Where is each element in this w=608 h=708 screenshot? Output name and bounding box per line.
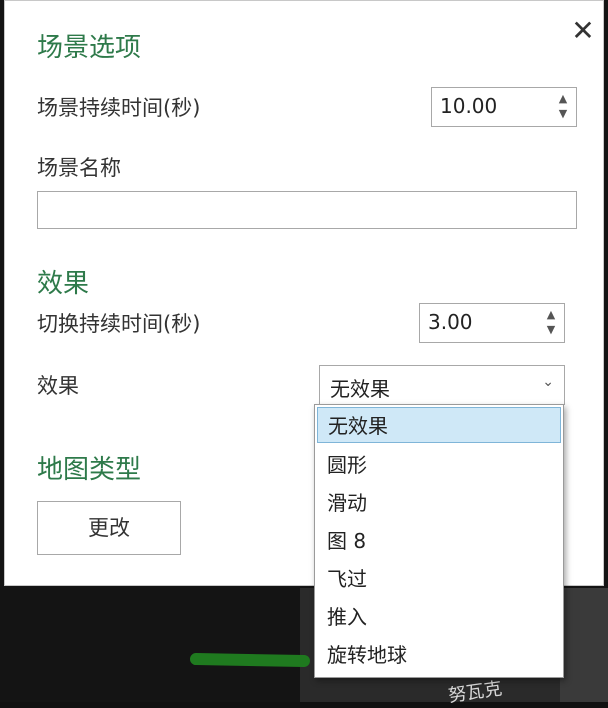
spin-down-icon[interactable]: ▼ (556, 106, 570, 121)
effect-selected-value[interactable]: 无效果 (330, 373, 390, 402)
change-button[interactable]: 更改 (37, 501, 181, 555)
spin-up-icon[interactable]: ▲ (544, 307, 558, 322)
map-route-line (189, 652, 311, 668)
transition-duration-label: 切换持续时间(秒) (37, 312, 201, 336)
close-icon[interactable]: ✕ (571, 17, 595, 45)
transition-duration-spinner[interactable]: 3.00 ▲ ▼ (419, 303, 565, 343)
map-type-heading: 地图类型 (37, 455, 142, 485)
effect-select[interactable]: 无效果 ⌄ (319, 365, 565, 405)
dropdown-option[interactable]: 滑动 (317, 485, 561, 521)
dropdown-option[interactable]: 图 8 (317, 523, 561, 559)
map-region-edge (560, 588, 608, 702)
dropdown-option[interactable]: 推入 (317, 599, 561, 635)
spinner-arrows[interactable]: ▲ ▼ (544, 307, 558, 337)
scene-duration-label: 场景持续时间(秒) (37, 96, 201, 120)
scene-name-input[interactable] (37, 191, 577, 229)
scene-duration-spinner[interactable]: 10.00 ▲ ▼ (431, 87, 577, 127)
dropdown-option[interactable]: 飞过 (317, 561, 561, 597)
effect-label: 效果 (37, 374, 79, 398)
scene-duration-value[interactable]: 10.00 (440, 94, 497, 118)
effect-dropdown-list: 无效果 圆形 滑动 图 8 飞过 推入 旋转地球 (314, 404, 564, 678)
scene-name-label: 场景名称 (37, 156, 121, 180)
dropdown-option[interactable]: 无效果 (317, 407, 561, 443)
effect-heading: 效果 (37, 269, 90, 299)
spin-up-icon[interactable]: ▲ (556, 91, 570, 106)
scene-options-heading: 场景选项 (37, 33, 142, 63)
dropdown-option[interactable]: 旋转地球 (317, 637, 561, 673)
dropdown-option[interactable]: 圆形 (317, 447, 561, 483)
transition-duration-value[interactable]: 3.00 (428, 310, 473, 334)
chevron-down-icon[interactable]: ⌄ (542, 374, 554, 390)
spin-down-icon[interactable]: ▼ (544, 322, 558, 337)
spinner-arrows[interactable]: ▲ ▼ (556, 91, 570, 121)
